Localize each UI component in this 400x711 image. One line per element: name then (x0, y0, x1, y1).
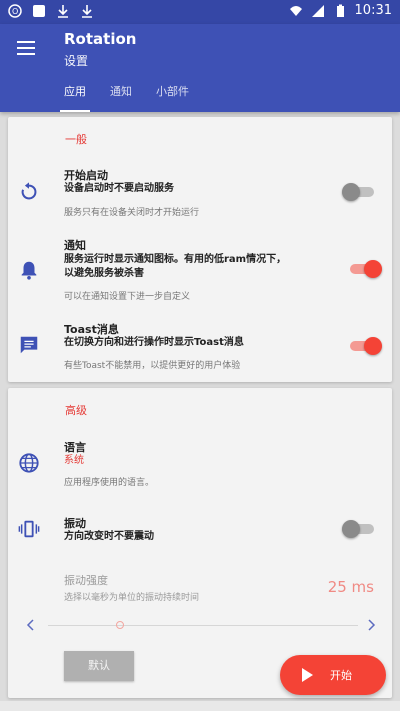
status-bar: O 10:31 (0, 0, 400, 24)
vibration-toggle[interactable] (342, 520, 374, 538)
general-settings-card: 一般 开始启动 设备启动时不要启动服务 服务只有在设备关闭时才开始运行 通知 服… (8, 117, 392, 382)
toast-toggle[interactable] (350, 337, 382, 355)
app-bar: Rotation 设置 应用 通知 小部件 (0, 24, 400, 112)
start-on-boot-toggle[interactable] (342, 183, 374, 201)
default-button[interactable]: 默认 (64, 651, 134, 681)
notification-icon: O (8, 4, 22, 18)
vibration-strength-title: 振动强度 (64, 574, 108, 587)
chevron-right-icon[interactable] (364, 618, 378, 632)
notification-title: 通知 (64, 239, 86, 252)
menu-icon[interactable] (14, 36, 38, 60)
globe-icon (19, 453, 39, 473)
download-icon (58, 5, 68, 18)
notification-hint: 可以在通知设置下进一步自定义 (64, 292, 191, 302)
toast-hint: 有些Toast不能禁用，以提供更好的用户体验 (64, 361, 241, 371)
section-title-advanced: 高级 (65, 404, 87, 417)
tab-notification[interactable]: 通知 (98, 82, 144, 112)
notification-toggle[interactable] (350, 260, 382, 278)
tab-app[interactable]: 应用 (52, 82, 98, 112)
vibration-subtitle: 方向改变时不要震动 (64, 531, 154, 542)
vibration-strength-hint: 选择以毫秒为单位的振动持续时间 (64, 593, 200, 603)
chevron-left-icon[interactable] (24, 618, 38, 632)
notification-subtitle-line2: 以避免服务被杀害 (64, 268, 144, 279)
start-on-boot-hint: 服务只有在设备关闭时才开始运行 (64, 208, 200, 218)
bell-icon (21, 261, 37, 280)
vibration-strength-value: 25 ms (327, 578, 374, 596)
language-value[interactable]: 系统 (64, 454, 84, 468)
toast-title: Toast消息 (64, 323, 119, 336)
notification-subtitle-line1: 服务运行时显示通知图标。有用的低ram情况下， (64, 254, 287, 265)
vibration-strength-slider[interactable] (48, 625, 358, 626)
download-icon (82, 5, 92, 18)
start-button-label: 开始 (330, 669, 352, 682)
app-title: Rotation (64, 30, 137, 48)
start-button[interactable]: 开始 (280, 655, 386, 695)
message-icon (20, 336, 38, 354)
play-icon (302, 668, 313, 682)
wifi-icon (289, 5, 302, 16)
battery-icon (336, 4, 344, 17)
svg-text:O: O (12, 7, 18, 16)
status-time: 10:31 (354, 3, 392, 18)
language-title[interactable]: 语言 (64, 439, 86, 455)
signal-icon (311, 4, 324, 17)
app-icon (33, 5, 45, 17)
vibration-title: 振动 (64, 517, 86, 530)
bottom-bar (0, 701, 400, 711)
start-on-boot-title: 开始启动 (64, 169, 108, 182)
language-hint: 应用程序使用的语言。 (64, 478, 155, 488)
page-title: 设置 (64, 54, 89, 68)
vibrate-icon (18, 520, 40, 538)
restart-icon (21, 182, 37, 200)
tab-bar: 应用 通知 小部件 (52, 82, 201, 112)
start-on-boot-subtitle: 设备启动时不要启动服务 (64, 183, 174, 194)
slider-knob[interactable] (116, 621, 124, 629)
tab-widget[interactable]: 小部件 (144, 82, 201, 112)
section-title-general: 一般 (65, 133, 87, 146)
toast-subtitle: 在切换方向和进行操作时显示Toast消息 (64, 337, 244, 348)
